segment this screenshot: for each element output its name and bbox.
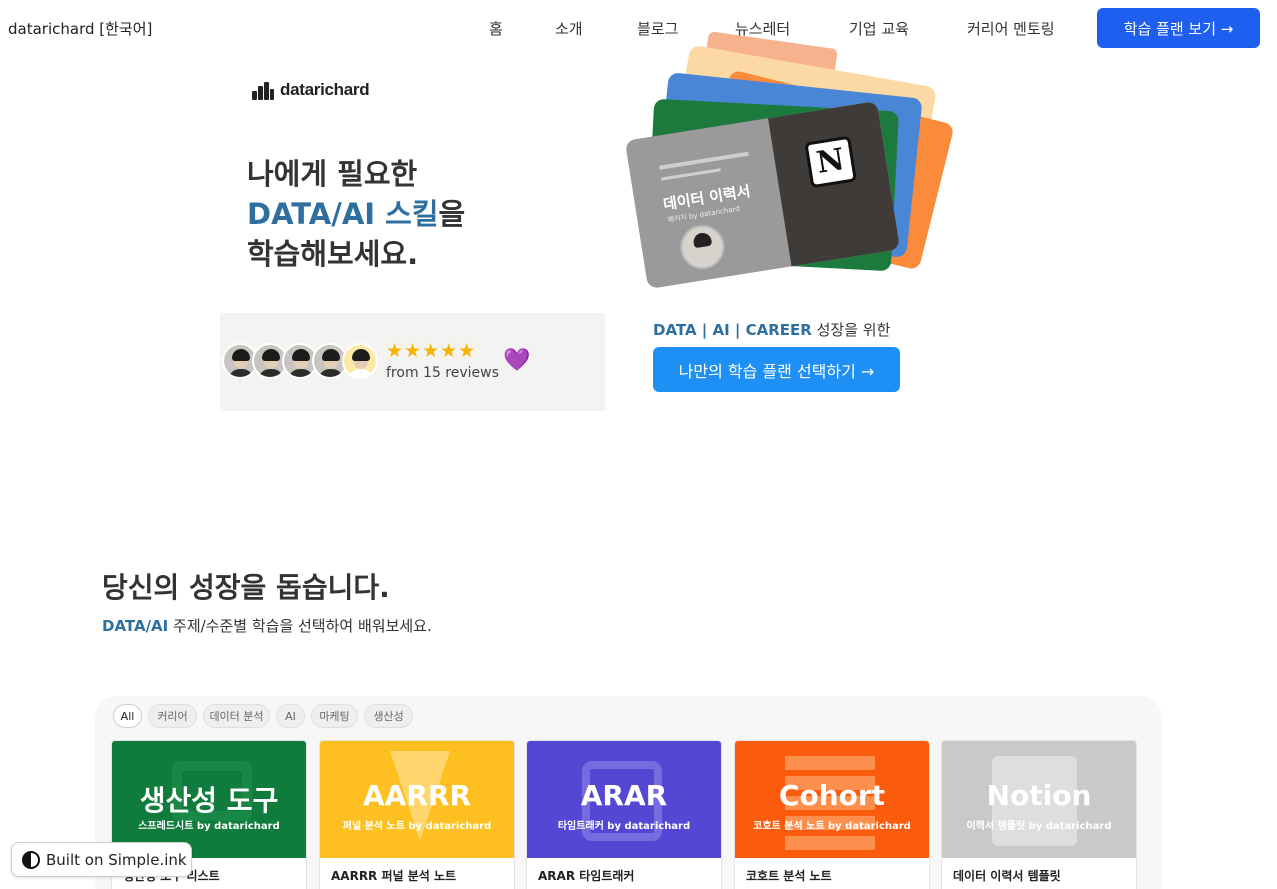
site-title[interactable]: datarichard [한국어]	[8, 18, 152, 39]
product-card-notion-resume[interactable]: Notion 이력서 템플릿 by datarichard 데이터 이력서 템플…	[941, 740, 1137, 889]
hero-heading-line3: 학습해보세요.	[247, 237, 419, 271]
hero-heading: 나에게 필요한 DATA/AI 스킬을 학습해보세요.	[247, 154, 465, 274]
bar-chart-logo-icon	[252, 80, 274, 100]
reviewer-avatar	[342, 343, 378, 379]
product-name: AARRR 퍼널 분석 노트	[331, 869, 457, 883]
product-name: 코호트 분석 노트	[746, 869, 832, 883]
cta-caption-rest: 성장을 위한	[811, 321, 891, 339]
filter-chip-ai[interactable]: AI	[276, 704, 305, 728]
product-name: ARAR 타임트래커	[538, 869, 635, 883]
product-thumbnail: Notion 이력서 템플릿 by datarichard	[942, 741, 1136, 858]
product-thumbnail: 생산성 도구 스프레드시트 by datarichard	[112, 741, 306, 858]
portrait-photo	[677, 221, 728, 273]
choose-learning-plan-button[interactable]: 나만의 학습 플랜 선택하기 →	[653, 347, 900, 392]
hero-heading-accent: DATA/AI 스킬	[247, 197, 439, 231]
learning-plan-button[interactable]: 학습 플랜 보기 →	[1097, 8, 1260, 48]
brand-logo: datarichard	[252, 80, 370, 100]
review-count: from 15 reviews	[386, 365, 499, 381]
hero-heading-suffix: 을	[438, 197, 466, 231]
filter-chip-productivity[interactable]: 생산성	[364, 704, 413, 728]
product-card-aarrr[interactable]: AARRR 퍼널 분석 노트 by datarichard AARRR 퍼널 분…	[319, 740, 515, 889]
yin-yang-icon	[22, 850, 40, 869]
section-title: 당신의 성장을 돕습니다.	[102, 571, 390, 604]
nav-about[interactable]: 소개	[555, 18, 583, 39]
hero-heading-line2: DATA/AI 스킬을	[247, 194, 465, 234]
notion-logo-icon: N	[804, 135, 857, 189]
reviews-box: ★★★★★ from 15 reviews 💜	[220, 313, 605, 411]
cta-caption: DATA | AI | CAREER 성장을 위한	[653, 319, 890, 340]
product-thumbnail: Cohort 코호트 분석 노트 by datarichard	[735, 741, 929, 858]
section-subtitle: DATA/AI 주제/수준별 학습을 선택하여 배워보세요.	[102, 615, 432, 636]
cta-caption-accent: DATA | AI | CAREER	[653, 321, 812, 339]
product-catalog: All 커리어 데이터 분석 AI 마케팅 생산성 생산성 도구 스프레드시트 …	[95, 696, 1162, 889]
product-card-arar[interactable]: ARAR 타임트래커 by datarichard ARAR 타임트래커	[526, 740, 722, 889]
brand-logo-text: datarichard	[280, 80, 370, 99]
product-cards-illustration: 데이터 이력서 패키지 by datarichard N	[620, 25, 955, 295]
filter-chip-all[interactable]: All	[113, 704, 142, 728]
product-name: 데이터 이력서 템플릿	[953, 869, 1061, 883]
nav-career-mentoring[interactable]: 커리어 멘토링	[967, 18, 1055, 39]
section-subtitle-rest: 주제/수준별 학습을 선택하여 배워보세요.	[168, 617, 432, 635]
product-thumbnail: ARAR 타임트래커 by datarichard	[527, 741, 721, 858]
filter-chip-data-analysis[interactable]: 데이터 분석	[203, 704, 270, 728]
built-on-simple-ink-badge[interactable]: Built on Simple.ink	[11, 842, 192, 877]
nav-home[interactable]: 홈	[489, 18, 503, 39]
section-subtitle-accent: DATA/AI	[102, 617, 169, 635]
badge-label: Built on Simple.ink	[46, 850, 187, 869]
filter-chip-career[interactable]: 커리어	[148, 704, 197, 728]
hero-heading-line1: 나에게 필요한	[247, 157, 418, 191]
product-card-cohort[interactable]: Cohort 코호트 분석 노트 by datarichard 코호트 분석 노…	[734, 740, 930, 889]
star-rating: ★★★★★	[386, 340, 477, 362]
filter-chip-marketing[interactable]: 마케팅	[311, 704, 358, 728]
product-thumbnail: AARRR 퍼널 분석 노트 by datarichard	[320, 741, 514, 858]
purple-heart-icon: 💜	[503, 348, 531, 373]
